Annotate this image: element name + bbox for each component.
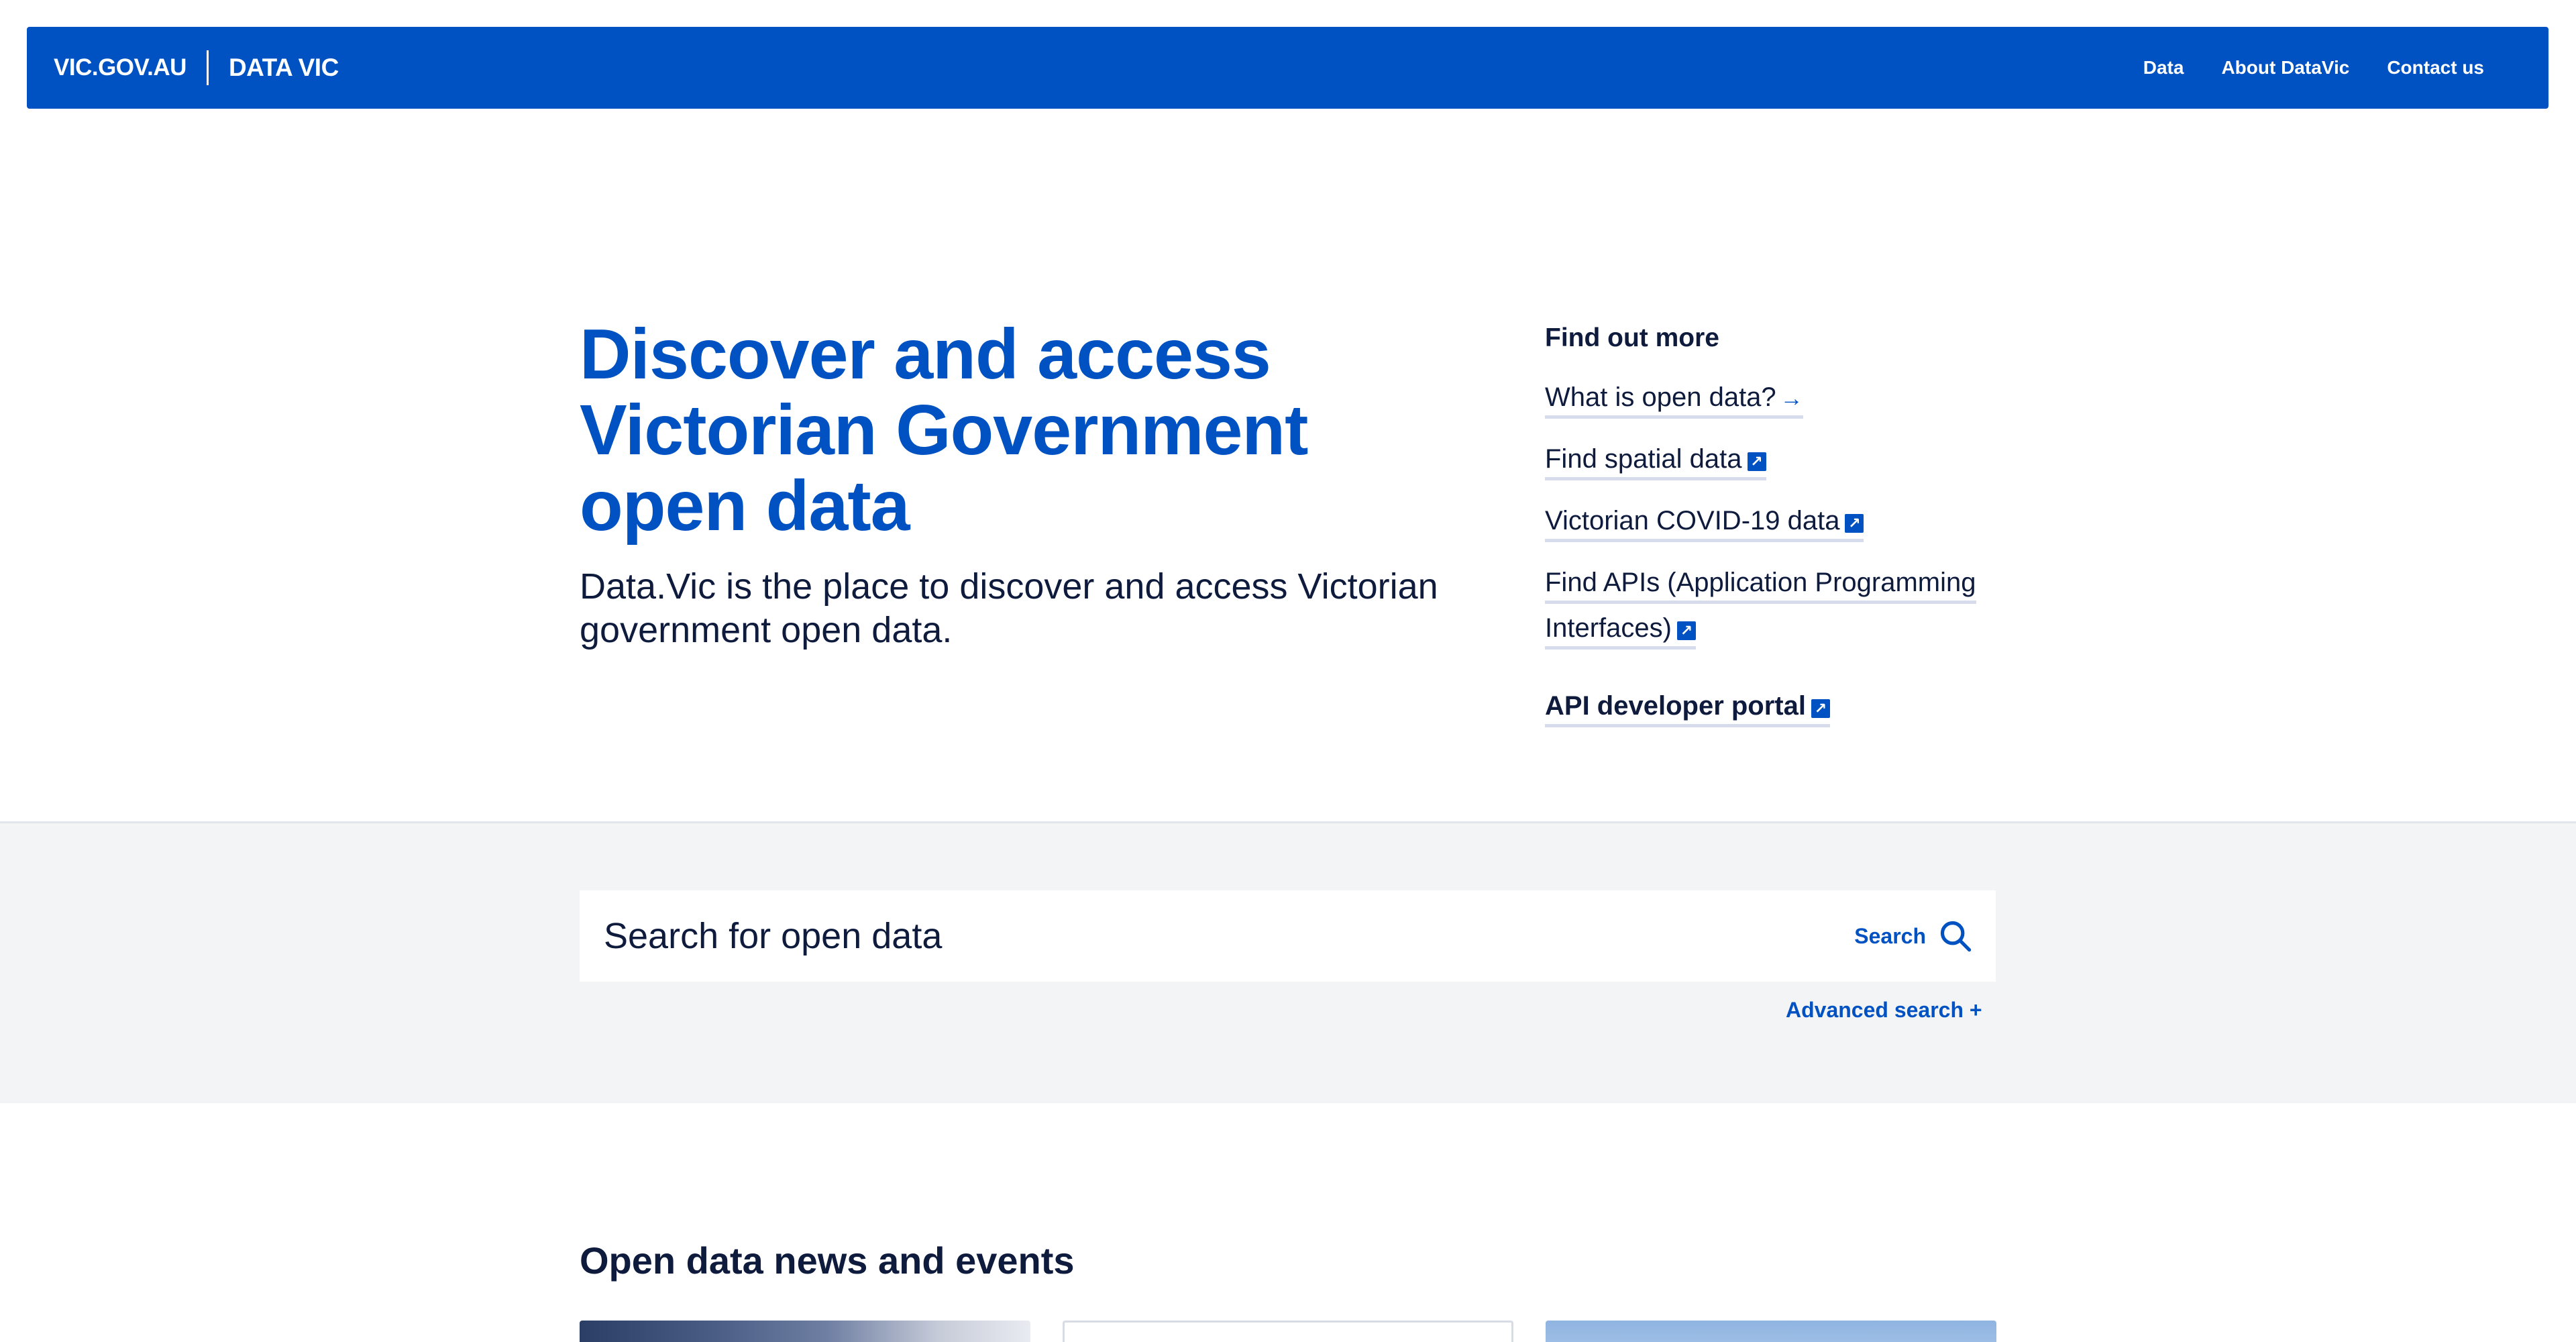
nav-item-contact[interactable]: Contact us — [2387, 57, 2484, 79]
list-item: Victorian COVID-19 data ↗ — [1545, 498, 1988, 560]
link-label: Find spatial data — [1545, 444, 1742, 474]
main-nav: Data About DataVic Contact us — [2106, 57, 2484, 79]
link-covid-19-data[interactable]: Victorian COVID-19 data ↗ — [1545, 506, 1864, 542]
search-section: Search Advanced search + — [0, 821, 2576, 1103]
brand-divider — [206, 50, 209, 85]
site-header: VIC.GOV.AU DATA VIC Data About DataVic C… — [27, 27, 2548, 109]
list-item: Find APIs (Application Programming Inter… — [1545, 560, 1988, 683]
link-find-spatial-data[interactable]: Find spatial data ↗ — [1545, 444, 1766, 480]
external-link-icon: ↗ — [1676, 621, 1696, 640]
news-card-image[interactable] — [1546, 1321, 1996, 1342]
news-card-image[interactable] — [580, 1321, 1030, 1342]
external-link-icon: ↗ — [1811, 699, 1830, 718]
nav-item-data[interactable]: Data — [2143, 57, 2184, 79]
link-label: What is open data? — [1545, 382, 1776, 412]
search-button[interactable]: Search — [1854, 919, 1973, 953]
advanced-search-link[interactable]: Advanced search + — [1786, 998, 1982, 1023]
datavic-logo[interactable]: DATA VIC — [229, 54, 339, 82]
list-item: What is open data? → — [1545, 374, 1988, 436]
vic-gov-logo[interactable]: VIC.GOV.AU — [54, 54, 186, 81]
page-title: Discover and access Victorian Government… — [580, 315, 1308, 546]
brand: VIC.GOV.AU DATA VIC — [54, 50, 339, 85]
link-api-developer-portal[interactable]: API developer portal ↗ — [1545, 691, 1830, 727]
find-out-more-list: What is open data? → Find spatial data ↗ V… — [1545, 374, 1988, 745]
find-out-more: Find out more What is open data? → Find s… — [1545, 319, 1988, 745]
link-label: Victorian COVID-19 data — [1545, 506, 1840, 535]
nav-item-about[interactable]: About DataVic — [2221, 57, 2349, 79]
search-box: Search — [580, 890, 1996, 982]
external-link-icon: ↗ — [1747, 452, 1766, 471]
search-input[interactable] — [580, 890, 1855, 982]
list-item: Find spatial data ↗ — [1545, 436, 1988, 498]
hero-intro: Data.Vic is the place to discover and ac… — [580, 566, 1438, 650]
list-item: API developer portal ↗ — [1545, 683, 1988, 745]
arrow-right-icon: → — [1780, 386, 1803, 411]
search-icon — [1940, 921, 1972, 952]
news-card[interactable] — [1063, 1321, 1513, 1342]
news-section-title: Open data news and events — [580, 1239, 1075, 1282]
link-find-apis[interactable]: Find APIs (Application Programming Inter… — [1545, 568, 1976, 650]
external-link-icon: ↗ — [1845, 514, 1864, 533]
find-out-more-title: Find out more — [1545, 323, 1719, 352]
link-what-is-open-data[interactable]: What is open data? → — [1545, 382, 1803, 419]
link-label: API developer portal — [1545, 691, 1806, 721]
search-button-label: Search — [1854, 923, 1926, 948]
link-label: Find APIs (Application Programming Inter… — [1545, 568, 1976, 643]
